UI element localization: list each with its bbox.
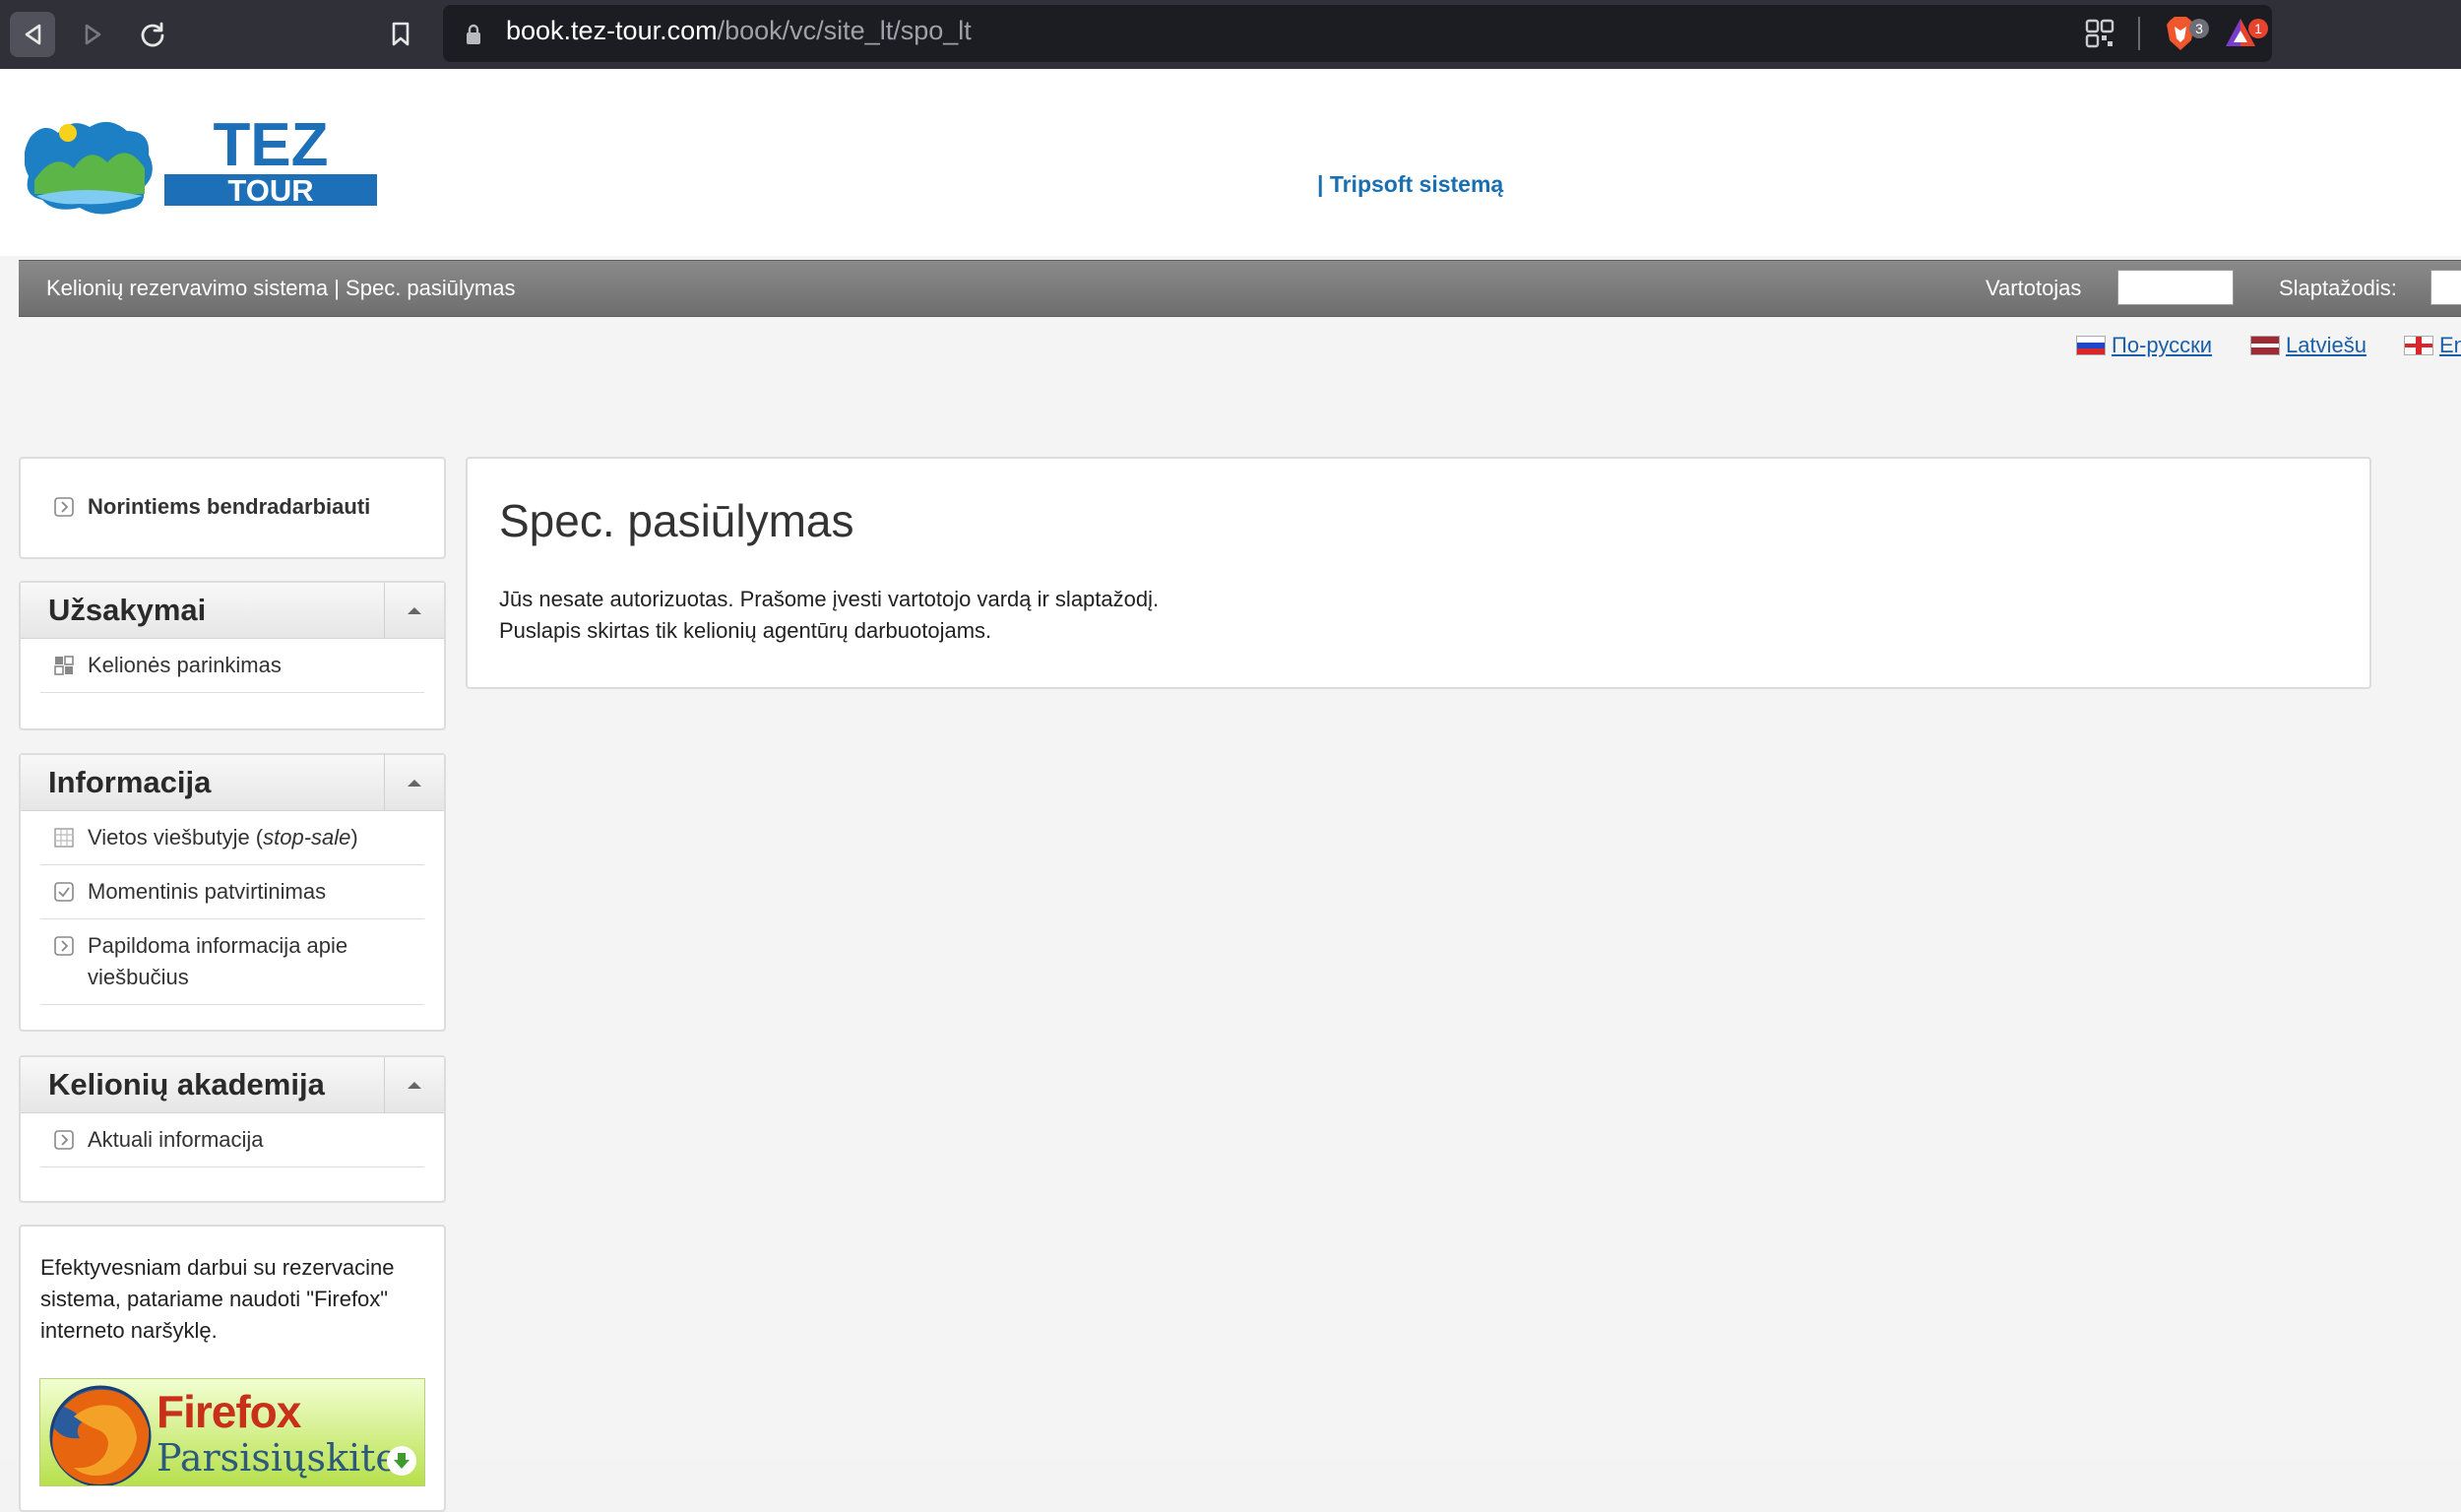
brave-shields-button[interactable]: 3 <box>2164 15 2209 57</box>
sidebar-item-label: Vietos viešbutyje ( <box>88 825 264 850</box>
information-header: Informacija <box>21 755 444 811</box>
reload-icon <box>141 22 164 47</box>
toolbar-separator <box>2138 17 2140 50</box>
reload-button[interactable] <box>130 12 175 57</box>
sidebar-item-trip-search[interactable]: Kelionės parinkimas <box>40 639 424 693</box>
language-link-english[interactable]: En <box>2404 333 2461 358</box>
collapse-up-icon <box>408 1082 421 1089</box>
sidebar-item-hotel-info[interactable]: Papildoma informacija apie viešbučius <box>40 919 424 1005</box>
information-section: Informacija Vietos viešbutyje (stop-sale… <box>19 753 446 1032</box>
not-authorized-message: Jūs nesate autorizuotas. Prašome įvesti … <box>499 587 1160 611</box>
collapse-up-icon <box>408 607 421 614</box>
qr-code-icon[interactable] <box>2085 19 2114 48</box>
main-panel: Spec. pasiūlymas Jūs nesate autorizuotas… <box>466 457 2371 689</box>
collapse-up-icon <box>408 780 421 787</box>
rewards-badge: 1 <box>2248 19 2268 38</box>
back-button[interactable] <box>10 12 55 57</box>
orders-section: Užsakymai Kelionės parinkimas <box>19 581 446 730</box>
academy-header: Kelionių akademija <box>21 1057 444 1113</box>
stop-sale-italic: stop-sale <box>263 825 351 850</box>
sidebar-item-instant-confirmation[interactable]: Momentinis patvirtinimas <box>40 865 424 919</box>
partner-link-label: Norintiems bendradarbiauti <box>88 494 371 519</box>
url-path: /book/vc/site_lt/spo_lt <box>717 16 972 45</box>
sidebar-item-label: Aktuali informacija <box>88 1127 264 1152</box>
language-label: По-русски <box>2112 333 2213 357</box>
rewards-button[interactable]: 1 <box>2223 15 2268 55</box>
orders-header: Užsakymai <box>21 583 444 639</box>
username-input[interactable] <box>2117 270 2234 305</box>
download-arrow-icon <box>387 1446 416 1476</box>
lock-icon <box>467 24 480 44</box>
page-content: TEZ TOUR | Tripsoft sistemą Kelionių rez… <box>0 69 2461 1512</box>
firefox-banner-download-text: Parsisiųskite <box>157 1436 398 1480</box>
back-arrow-icon <box>25 24 41 45</box>
academy-section: Kelionių akademija Aktuali informacija <box>19 1055 446 1203</box>
logo-tez-text: TEZ <box>213 111 328 179</box>
page-title: Spec. pasiūlymas <box>499 495 854 546</box>
url-text[interactable]: book.tez-tour.com/book/vc/site_lt/spo_lt <box>506 16 972 46</box>
academy-title: Kelionių akademija <box>48 1067 325 1102</box>
sidebar-item-label: Momentinis patvirtinimas <box>88 879 327 904</box>
tez-tour-logo-graphic: TEZ TOUR <box>24 111 377 215</box>
username-label: Vartotojas <box>1986 276 2082 300</box>
language-label: Latviešu <box>2286 333 2366 357</box>
academy-collapse-button[interactable] <box>384 1057 444 1112</box>
partner-link[interactable]: Norintiems bendradarbiauti <box>40 480 424 534</box>
browser-toolbar: book.tez-tour.com/book/vc/site_lt/spo_lt… <box>0 0 2461 69</box>
sidebar-item-label: Kelionės parinkimas <box>88 653 282 677</box>
arrow-box-icon <box>54 1130 74 1150</box>
bookmark-button[interactable] <box>378 12 423 57</box>
password-label: Slaptažodis: <box>2279 276 2397 300</box>
russian-flag-icon <box>2076 336 2106 355</box>
agents-only-message: Puslapis skirtas tik kelionių agentūrų d… <box>499 618 992 643</box>
forward-button[interactable] <box>71 12 116 57</box>
checkbox-icon <box>54 882 74 902</box>
language-link-latvian[interactable]: Latviešu <box>2250 333 2366 358</box>
sidebar-item-suffix: ) <box>350 825 358 850</box>
information-collapse-button[interactable] <box>384 755 444 810</box>
language-link-russian[interactable]: По-русски <box>2076 333 2212 358</box>
address-bar[interactable]: book.tez-tour.com/book/vc/site_lt/spo_lt… <box>443 5 2272 62</box>
english-flag-icon <box>2404 336 2433 355</box>
tripsoft-link[interactable]: | Tripsoft sistemą <box>1317 171 1503 198</box>
grid-icon <box>54 656 74 675</box>
arrow-box-icon <box>54 936 74 956</box>
password-input[interactable] <box>2430 270 2461 305</box>
tez-tour-logo[interactable]: TEZ TOUR <box>24 111 401 220</box>
arrow-box-icon <box>54 497 74 517</box>
hotel-grid-icon <box>54 828 74 848</box>
partner-box: Norintiems bendradarbiauti <box>19 457 446 559</box>
logo-tour-text: TOUR <box>227 173 313 208</box>
bookmark-icon <box>392 22 410 46</box>
top-nav-bar: Kelionių rezervavimo sistema | Spec. pas… <box>19 260 2461 317</box>
sidebar-item-label: Papildoma informacija apie viešbučius <box>88 933 348 989</box>
information-title: Informacija <box>48 765 212 799</box>
sidebar-item-current-info[interactable]: Aktuali informacija <box>40 1113 424 1167</box>
firefox-logo-icon <box>49 1385 152 1485</box>
orders-collapse-button[interactable] <box>384 583 444 638</box>
latvian-flag-icon <box>2250 336 2280 355</box>
firefox-download-banner[interactable]: Firefox Parsisiųskite <box>39 1378 425 1486</box>
brave-badge: 3 <box>2189 19 2209 38</box>
language-label: En <box>2439 333 2461 357</box>
orders-title: Užsakymai <box>48 593 207 627</box>
forward-arrow-icon <box>85 24 101 45</box>
firefox-recommendation-box: Efektyvesniam darbui su rezervacine sist… <box>19 1225 446 1512</box>
firefox-note: Efektyvesniam darbui su rezervacine sist… <box>40 1255 395 1343</box>
url-host: book.tez-tour.com <box>506 16 718 45</box>
firefox-banner-title: Firefox <box>157 1386 301 1437</box>
breadcrumb: Kelionių rezervavimo sistema | Spec. pas… <box>46 276 516 300</box>
sidebar-item-stop-sale[interactable]: Vietos viešbutyje (stop-sale) <box>40 811 424 865</box>
